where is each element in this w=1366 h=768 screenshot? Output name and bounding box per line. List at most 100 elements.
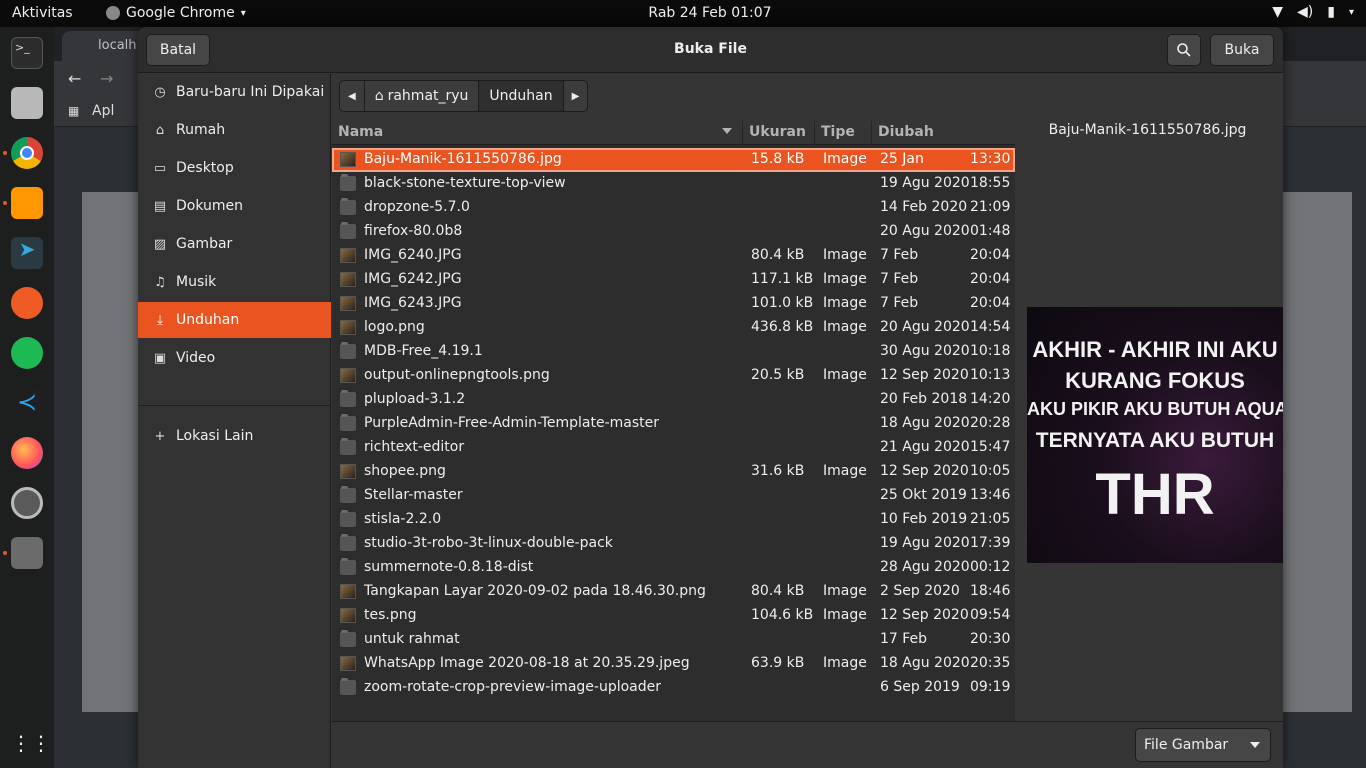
file-name: IMG_6240.JPG bbox=[364, 247, 462, 263]
apps-icon[interactable]: ▦ bbox=[68, 104, 79, 118]
file-time: 21:05 bbox=[970, 511, 1011, 527]
file-row[interactable]: summernote-0.8.18-dist 28 Agu 2020 00:12 bbox=[332, 556, 1015, 580]
file-size: 80.4 kB bbox=[751, 583, 805, 599]
file-row[interactable]: shopee.png 31.6 kB Image 12 Sep 2020 10:05 bbox=[332, 460, 1015, 484]
system-tray[interactable]: ▼ ◀) ▮ ▾ bbox=[1272, 4, 1354, 20]
path-home-button[interactable]: ⌂ rahmat_ryu bbox=[365, 81, 480, 111]
remmina-icon[interactable]: ➤ bbox=[11, 237, 43, 269]
file-date: 10 Feb 2019 bbox=[880, 511, 968, 527]
file-row[interactable]: tes.png 104.6 kB Image 12 Sep 2020 09:54 bbox=[332, 604, 1015, 628]
search-button[interactable] bbox=[1167, 34, 1201, 66]
path-back-button[interactable]: ◀ bbox=[340, 81, 365, 111]
folder-icon bbox=[340, 414, 356, 431]
wifi-icon: ▼ bbox=[1272, 4, 1284, 20]
sidebar-item-unduhan[interactable]: ⤓ Unduhan bbox=[138, 302, 331, 338]
folder-icon bbox=[340, 678, 356, 695]
sublime-icon[interactable] bbox=[11, 187, 43, 219]
dialog-title: Buka File bbox=[674, 41, 747, 57]
file-time: 18:55 bbox=[970, 175, 1011, 191]
file-type: Image bbox=[823, 271, 867, 287]
file-row[interactable]: IMG_6242.JPG 117.1 kB Image 7 Feb 20:04 bbox=[332, 268, 1015, 292]
file-row[interactable]: richtext-editor 21 Agu 2020 15:47 bbox=[332, 436, 1015, 460]
clock-icon: ◷ bbox=[154, 84, 166, 100]
file-row[interactable]: IMG_6243.JPG 101.0 kB Image 7 Feb 20:04 bbox=[332, 292, 1015, 316]
preview-line: TERNYATA AKU BUTUH bbox=[1035, 429, 1275, 452]
file-row[interactable]: WhatsApp Image 2020-08-18 at 20.35.29.jp… bbox=[332, 652, 1015, 676]
sidebar-item-label: Unduhan bbox=[176, 312, 240, 328]
sidebar-item-dokumen[interactable]: ▤ Dokumen bbox=[138, 188, 331, 224]
files-icon[interactable] bbox=[11, 87, 43, 119]
show-apps-icon[interactable]: ⋮⋮⋮ bbox=[11, 727, 71, 759]
vscode-icon[interactable]: ≺ bbox=[11, 387, 43, 419]
path-forward-button[interactable]: ▶ bbox=[564, 81, 588, 111]
sidebar-item-rumah[interactable]: ⌂ Rumah bbox=[138, 112, 331, 148]
file-name: output-onlinepngtools.png bbox=[364, 367, 550, 383]
download-icon: ⤓ bbox=[157, 312, 163, 328]
file-time: 13:30 bbox=[970, 151, 1011, 167]
battery-icon: ▮ bbox=[1327, 4, 1335, 20]
clock[interactable]: Rab 24 Feb 01:07 bbox=[0, 5, 1366, 21]
file-row[interactable]: logo.png 436.8 kB Image 20 Agu 2020 14:54 bbox=[332, 316, 1015, 340]
file-row[interactable]: studio-3t-robo-3t-linux-double-pack 19 Ag… bbox=[332, 532, 1015, 556]
image-file-icon bbox=[340, 320, 356, 335]
sidebar-item-musik[interactable]: ♫ Musik bbox=[138, 264, 331, 300]
file-row[interactable]: Tangkapan Layar 2020-09-02 pada 18.46.30… bbox=[332, 580, 1015, 604]
forward-icon[interactable]: → bbox=[100, 69, 113, 88]
running-indicator bbox=[3, 151, 7, 155]
bookmark-apps[interactable]: Apl bbox=[92, 103, 114, 119]
file-row[interactable]: IMG_6240.JPG 80.4 kB Image 7 Feb 20:04 bbox=[332, 244, 1015, 268]
desktop-icon: ▭ bbox=[153, 160, 167, 176]
file-type: Image bbox=[823, 463, 867, 479]
path-current-button[interactable]: Unduhan bbox=[479, 81, 564, 111]
column-type[interactable]: Tipe bbox=[821, 124, 855, 142]
file-date: 20 Feb 2018 bbox=[880, 391, 968, 407]
file-row[interactable]: firefox-80.0b8 20 Agu 2020 01:48 bbox=[332, 220, 1015, 244]
sidebar-item-desktop[interactable]: ▭ Desktop bbox=[138, 150, 331, 186]
chrome-icon[interactable] bbox=[11, 137, 43, 169]
spotify-icon[interactable] bbox=[11, 337, 43, 369]
disk-icon[interactable] bbox=[11, 537, 43, 569]
file-row[interactable]: Stellar-master 25 Okt 2019 13:46 bbox=[332, 484, 1015, 508]
file-row[interactable]: black-stone-texture-top-view 19 Agu 2020 1… bbox=[332, 172, 1015, 196]
column-name[interactable]: Nama bbox=[338, 124, 383, 142]
column-modified[interactable]: Diubah bbox=[878, 124, 934, 142]
file-chooser-dialog: Batal Buka File Buka ◷ Baru-baru Ini Dipa… bbox=[138, 27, 1283, 768]
file-row[interactable]: output-onlinepngtools.png 20.5 kB Image 12 … bbox=[332, 364, 1015, 388]
settings-icon[interactable] bbox=[11, 487, 43, 519]
file-row[interactable]: plupload-3.1.2 20 Feb 2018 14:20 bbox=[332, 388, 1015, 412]
sidebar-item-video[interactable]: ▣ Video bbox=[138, 340, 331, 376]
file-date: 19 Agu 2020 bbox=[880, 175, 970, 191]
places-sidebar: ◷ Baru-baru Ini Dipakai ⌂ Rumah ▭ Desktop ▤ Dok… bbox=[138, 74, 331, 768]
postman-icon[interactable] bbox=[11, 287, 43, 319]
sidebar-item-other-locations[interactable]: + Lokasi Lain bbox=[138, 418, 331, 454]
image-file-icon bbox=[340, 272, 356, 287]
sidebar-item-label: Musik bbox=[176, 274, 217, 290]
file-date: 6 Sep 2019 bbox=[880, 679, 960, 695]
sidebar-item-label: Video bbox=[176, 350, 216, 366]
open-button[interactable]: Buka bbox=[1210, 34, 1274, 66]
dock: >_ ➤ ≺ ⋮⋮⋮ bbox=[0, 27, 71, 768]
file-type: Image bbox=[823, 319, 867, 335]
dropdown-arrow-icon bbox=[1250, 742, 1260, 748]
file-row[interactable]: dropzone-5.7.0 14 Feb 2020 21:09 bbox=[332, 196, 1015, 220]
file-time: 00:12 bbox=[970, 559, 1011, 575]
file-row[interactable]: untuk rahmat 17 Feb 20:30 bbox=[332, 628, 1015, 652]
file-row[interactable]: PurpleAdmin-Free-Admin-Template-master 18… bbox=[332, 412, 1015, 436]
file-name: Stellar-master bbox=[364, 487, 463, 503]
back-icon[interactable]: ← bbox=[68, 69, 81, 88]
column-size[interactable]: Ukuran bbox=[749, 124, 806, 142]
sidebar-separator bbox=[138, 405, 331, 406]
firefox-icon[interactable] bbox=[11, 437, 43, 469]
file-row[interactable]: Baju-Manik-1611550786.jpg 15.8 kB Image 25 … bbox=[332, 148, 1015, 172]
file-time: 13:46 bbox=[970, 487, 1011, 503]
sidebar-item-gambar[interactable]: ▨ Gambar bbox=[138, 226, 331, 262]
folder-icon bbox=[340, 198, 356, 215]
file-row[interactable]: MDB-Free_4.19.1 30 Agu 2020 10:18 bbox=[332, 340, 1015, 364]
image-file-icon bbox=[340, 248, 356, 263]
file-row[interactable]: stisla-2.2.0 10 Feb 2019 21:05 bbox=[332, 508, 1015, 532]
file-type-filter[interactable]: File Gambar bbox=[1135, 728, 1271, 762]
terminal-icon[interactable]: >_ bbox=[11, 37, 43, 69]
sidebar-item-baru-baru-ini-dipakai[interactable]: ◷ Baru-baru Ini Dipakai bbox=[138, 74, 331, 110]
file-name: dropzone-5.7.0 bbox=[364, 199, 470, 215]
file-row[interactable]: zoom-rotate-crop-preview-image-uploader 6… bbox=[332, 676, 1015, 700]
